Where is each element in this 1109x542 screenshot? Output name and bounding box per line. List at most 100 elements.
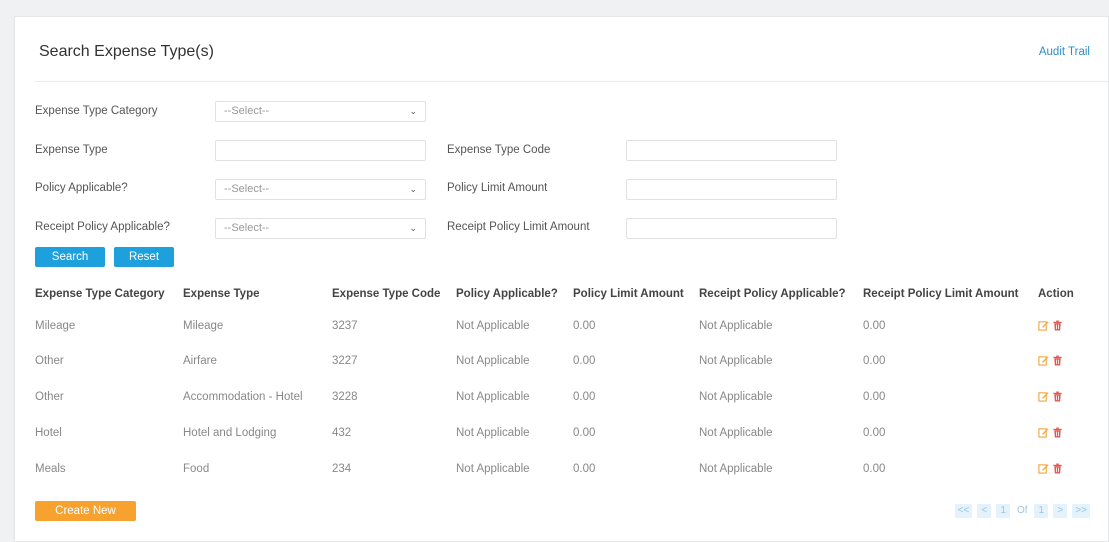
cell-receipt-policy-limit: 0.00 bbox=[863, 427, 886, 439]
cell-policy-limit: 0.00 bbox=[573, 463, 596, 475]
trash-icon[interactable] bbox=[1052, 391, 1063, 403]
column-header[interactable]: Receipt Policy Applicable? bbox=[693, 281, 857, 307]
policy-applicable-select[interactable]: --Select-- ⌄ bbox=[215, 179, 426, 200]
cell-code: 3237 bbox=[332, 320, 358, 332]
next-page-button[interactable]: > bbox=[1053, 504, 1068, 518]
cell-policy-limit: 0.00 bbox=[573, 427, 596, 439]
total-pages: 1 bbox=[1034, 504, 1049, 518]
cell-category: Other bbox=[35, 355, 64, 367]
expense-type-label: Expense Type bbox=[35, 144, 108, 156]
action-cell bbox=[1032, 415, 1094, 451]
trash-icon[interactable] bbox=[1052, 427, 1063, 439]
policy-limit-amount-label: Policy Limit Amount bbox=[447, 182, 548, 194]
action-cell bbox=[1032, 451, 1094, 487]
cell-receipt-policy-applicable: Not Applicable bbox=[699, 320, 773, 332]
page-title: Search Expense Type(s) bbox=[39, 43, 214, 60]
last-page-button[interactable]: >> bbox=[1072, 504, 1090, 518]
expense-type-code-input[interactable] bbox=[626, 140, 837, 161]
cell-receipt-policy-limit: 0.00 bbox=[863, 463, 886, 475]
chevron-down-icon: ⌄ bbox=[409, 106, 417, 116]
trash-icon[interactable] bbox=[1052, 463, 1063, 475]
table-row: Meals Food 234 Not Applicable 0.00 Not Applic… bbox=[29, 451, 1094, 487]
expense-type-category-select[interactable]: --Select-- ⌄ bbox=[215, 101, 426, 122]
cell-code: 3228 bbox=[332, 391, 358, 403]
cell-policy-limit: 0.00 bbox=[573, 320, 596, 332]
cell-receipt-policy-limit: 0.00 bbox=[863, 391, 886, 403]
expense-type-input[interactable] bbox=[215, 140, 426, 161]
edit-icon[interactable] bbox=[1038, 391, 1049, 403]
expense-types-table: Expense Type Category Expense Type Expen… bbox=[29, 281, 1094, 487]
pagination: << < 1 Of 1 > >> bbox=[954, 504, 1090, 518]
table-row: Hotel Hotel and Lodging 432 Not Applicable 0… bbox=[29, 415, 1094, 451]
cell-policy-applicable: Not Applicable bbox=[456, 355, 530, 367]
expense-type-code-label: Expense Type Code bbox=[447, 144, 551, 156]
receipt-policy-limit-amount-label: Receipt Policy Limit Amount bbox=[447, 221, 590, 233]
trash-icon[interactable] bbox=[1052, 320, 1063, 332]
cell-category: Other bbox=[35, 391, 64, 403]
create-new-button[interactable]: Create New bbox=[35, 501, 136, 521]
cell-receipt-policy-limit: 0.00 bbox=[863, 320, 886, 332]
first-page-button[interactable]: << bbox=[954, 504, 973, 518]
column-header[interactable]: Expense Type Code bbox=[326, 281, 450, 307]
expense-type-category-value: --Select-- bbox=[224, 105, 270, 117]
column-header[interactable]: Policy Applicable? bbox=[450, 281, 567, 307]
action-cell bbox=[1032, 379, 1094, 415]
table-row: Other Accommodation - Hotel 3228 Not Applic… bbox=[29, 379, 1094, 415]
trash-icon[interactable] bbox=[1052, 355, 1063, 367]
cell-code: 3227 bbox=[332, 355, 358, 367]
edit-icon[interactable] bbox=[1038, 320, 1049, 332]
cell-policy-applicable: Not Applicable bbox=[456, 320, 530, 332]
page-of-label: Of bbox=[1017, 505, 1028, 516]
cell-receipt-policy-applicable: Not Applicable bbox=[699, 391, 773, 403]
action-cell bbox=[1032, 307, 1094, 343]
cell-expense-type: Food bbox=[183, 463, 210, 475]
receipt-policy-applicable-select[interactable]: --Select-- ⌄ bbox=[215, 218, 426, 239]
cell-expense-type: Airfare bbox=[183, 355, 217, 367]
table-row: Mileage Mileage 3237 Not Applicable 0.00 Not … bbox=[29, 307, 1094, 343]
table-body: Mileage Mileage 3237 Not Applicable 0.00 Not … bbox=[29, 307, 1094, 487]
cell-receipt-policy-applicable: Not Applicable bbox=[699, 355, 773, 367]
reset-button[interactable]: Reset bbox=[114, 247, 174, 267]
cell-category: Hotel bbox=[35, 427, 62, 439]
cell-receipt-policy-applicable: Not Applicable bbox=[699, 427, 773, 439]
table-row: Other Airfare 3227 Not Applicable 0.00 Not Ap… bbox=[29, 343, 1094, 379]
edit-icon[interactable] bbox=[1038, 355, 1049, 367]
cell-expense-type: Mileage bbox=[183, 320, 224, 332]
receipt-policy-applicable-value: --Select-- bbox=[224, 222, 270, 234]
cell-category: Meals bbox=[35, 463, 66, 475]
search-button[interactable]: Search bbox=[35, 247, 105, 267]
cell-expense-type: Hotel and Lodging bbox=[183, 427, 277, 439]
cell-policy-applicable: Not Applicable bbox=[456, 463, 530, 475]
cell-policy-applicable: Not Applicable bbox=[456, 427, 530, 439]
column-header: Action bbox=[1038, 288, 1074, 300]
chevron-down-icon: ⌄ bbox=[409, 223, 417, 233]
policy-applicable-label: Policy Applicable? bbox=[35, 182, 128, 194]
cell-policy-limit: 0.00 bbox=[573, 391, 596, 403]
column-header[interactable]: Policy Limit Amount bbox=[567, 281, 693, 307]
policy-applicable-value: --Select-- bbox=[224, 183, 270, 195]
chevron-down-icon: ⌄ bbox=[409, 184, 417, 194]
cell-policy-applicable: Not Applicable bbox=[456, 391, 530, 403]
expense-type-category-label: Expense Type Category bbox=[35, 105, 158, 117]
cell-policy-limit: 0.00 bbox=[573, 355, 596, 367]
cell-receipt-policy-applicable: Not Applicable bbox=[699, 463, 773, 475]
column-header[interactable]: Expense Type bbox=[177, 281, 326, 307]
search-expense-card: Search Expense Type(s) Audit Trail Expen… bbox=[14, 16, 1109, 542]
cell-code: 432 bbox=[332, 427, 352, 439]
audit-trail-link[interactable]: Audit Trail bbox=[1039, 46, 1090, 58]
card-header: Search Expense Type(s) Audit Trail bbox=[35, 17, 1108, 82]
table-header-row: Expense Type Category Expense Type Expen… bbox=[29, 281, 1094, 307]
column-header[interactable]: Expense Type Category bbox=[29, 281, 177, 307]
current-page[interactable]: 1 bbox=[996, 504, 1011, 518]
action-cell bbox=[1032, 343, 1094, 379]
column-header[interactable]: Receipt Policy Limit Amount bbox=[857, 281, 1032, 307]
receipt-policy-applicable-label: Receipt Policy Applicable? bbox=[35, 221, 170, 233]
edit-icon[interactable] bbox=[1038, 463, 1049, 475]
cell-code: 234 bbox=[332, 463, 352, 475]
cell-category: Mileage bbox=[35, 320, 76, 332]
prev-page-button[interactable]: < bbox=[977, 504, 992, 518]
receipt-policy-limit-amount-input[interactable] bbox=[626, 218, 837, 239]
cell-receipt-policy-limit: 0.00 bbox=[863, 355, 886, 367]
policy-limit-amount-input[interactable] bbox=[626, 179, 837, 200]
edit-icon[interactable] bbox=[1038, 427, 1049, 439]
